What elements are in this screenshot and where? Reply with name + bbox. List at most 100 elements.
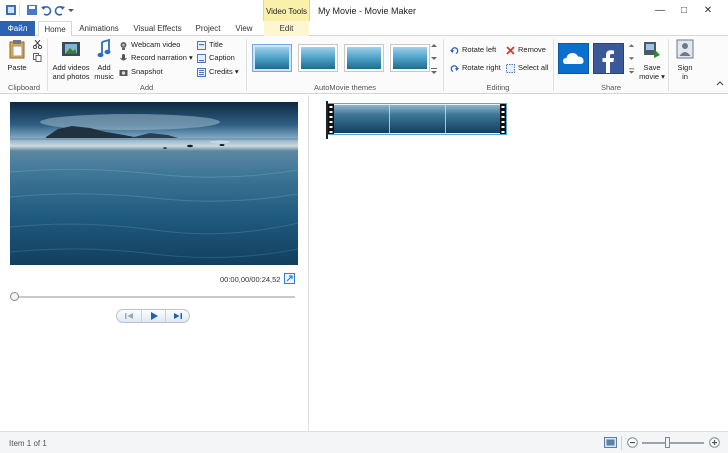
- select-all-icon: [506, 63, 515, 73]
- ribbon-tabs: Файл Home Animations Visual Effects Proj…: [0, 21, 728, 37]
- close-icon: ✕: [703, 5, 713, 16]
- collapse-ribbon-icon[interactable]: [716, 80, 724, 86]
- window-title: My Movie - Movie Maker: [318, 6, 417, 16]
- popout-preview-button[interactable]: [284, 273, 295, 284]
- zoom-slider-track[interactable]: [642, 442, 704, 444]
- previous-frame-button[interactable]: [117, 310, 141, 322]
- preview-pane: 00:00,00/00:24,52: [0, 95, 309, 431]
- themes-group-label: AutoMovie themes: [313, 83, 377, 92]
- zoom-in-icon[interactable]: [709, 437, 720, 448]
- next-frame-icon: [174, 313, 182, 319]
- clip-filmstrip: [328, 104, 506, 134]
- share-group-label: Share: [600, 83, 621, 92]
- group-separator: [668, 39, 669, 91]
- status-text: Item 1 of 1: [9, 439, 47, 448]
- playback-controls: [116, 309, 190, 323]
- microphone-icon: [120, 53, 127, 61]
- rotate-left-button[interactable]: Rotate left: [450, 44, 496, 56]
- theme-thumbnail: [347, 47, 381, 69]
- tab-home[interactable]: Home: [38, 21, 72, 37]
- customize-toolbar-icon[interactable]: [67, 4, 75, 16]
- save-movie-label-1: Save: [643, 63, 661, 72]
- sign-in-button[interactable]: Sign in: [672, 39, 698, 81]
- seek-thumb[interactable]: [10, 292, 19, 301]
- automovie-theme-2[interactable]: [298, 44, 338, 72]
- tab-animations[interactable]: Animations: [75, 21, 123, 36]
- theme-thumbnail: [255, 47, 289, 69]
- automovie-theme-3[interactable]: [344, 44, 384, 72]
- facebook-share-button[interactable]: [593, 43, 624, 74]
- chevron-down-icon: ▾: [232, 67, 239, 76]
- save-movie-icon: [644, 42, 660, 58]
- webcam-video-button[interactable]: Webcam video: [119, 39, 180, 51]
- playhead[interactable]: [326, 101, 328, 139]
- add-videos-photos-button[interactable]: Add videos and photos: [51, 39, 91, 81]
- save-movie-button[interactable]: Save movie ▾: [638, 39, 666, 81]
- tab-visual-effects[interactable]: Visual Effects: [127, 21, 188, 36]
- paste-label: Paste: [7, 63, 27, 72]
- remove-label: Remove: [518, 45, 546, 54]
- camera-icon: [119, 69, 128, 76]
- zoom-out-icon[interactable]: [627, 437, 638, 448]
- group-separator: [47, 39, 48, 91]
- film-photo-icon: [62, 42, 80, 56]
- webcam-icon: [120, 41, 127, 50]
- automovie-theme-1[interactable]: [252, 44, 292, 72]
- ribbon: Paste Clipboard Add videos and photos Ad…: [0, 36, 728, 94]
- status-bar: Item 1 of 1: [0, 431, 728, 453]
- maximize-icon: □: [680, 5, 688, 16]
- gallery-scroll-up-icon[interactable]: [430, 42, 438, 49]
- editing-group-label: Editing: [486, 83, 510, 92]
- clipboard-group-label: Clipboard: [7, 83, 41, 92]
- gallery-expand-icon[interactable]: [430, 67, 438, 75]
- record-narration-button[interactable]: Record narration ▾: [119, 52, 193, 64]
- add-videos-label-2: and photos: [52, 72, 90, 81]
- credits-icon: [197, 67, 206, 77]
- seascape-image: [10, 114, 298, 259]
- rotate-right-button[interactable]: Rotate right: [450, 62, 501, 74]
- group-separator: [443, 39, 444, 91]
- title-button[interactable]: Title: [197, 39, 223, 51]
- video-clip[interactable]: [327, 103, 507, 135]
- save-icon[interactable]: [26, 4, 38, 16]
- gallery-scroll-down-icon[interactable]: [430, 55, 438, 62]
- user-account-icon: [676, 39, 694, 59]
- divider: [19, 3, 20, 17]
- remove-button[interactable]: Remove: [506, 44, 546, 56]
- tab-project[interactable]: Project: [191, 21, 225, 36]
- tab-view[interactable]: View: [230, 21, 258, 36]
- tab-file[interactable]: Файл: [0, 21, 35, 36]
- tab-edit[interactable]: Edit: [264, 21, 309, 36]
- seek-bar[interactable]: [10, 296, 295, 298]
- snapshot-label: Snapshot: [131, 67, 163, 76]
- share-expand-icon[interactable]: [628, 67, 635, 75]
- add-music-label-2: music: [94, 72, 114, 81]
- paste-button[interactable]: Paste: [4, 39, 30, 72]
- undo-icon[interactable]: [40, 4, 52, 16]
- share-scroll-down-icon[interactable]: [628, 55, 635, 62]
- credits-label: Credits: [209, 67, 233, 76]
- zoom-slider-thumb[interactable]: [664, 437, 670, 448]
- add-music-button[interactable]: Add music: [92, 38, 116, 81]
- add-music-label-1: Add: [97, 63, 111, 72]
- copy-icon[interactable]: [33, 53, 42, 62]
- share-scroll-up-icon[interactable]: [628, 42, 635, 49]
- close-button[interactable]: ✕: [688, 0, 728, 21]
- cut-icon[interactable]: [33, 40, 42, 49]
- credits-button[interactable]: Credits ▾: [197, 66, 239, 78]
- play-button[interactable]: [141, 310, 165, 322]
- snapshot-button[interactable]: Snapshot: [119, 66, 163, 78]
- storyboard: [310, 95, 728, 431]
- onedrive-share-button[interactable]: [558, 43, 589, 74]
- next-frame-button[interactable]: [165, 310, 189, 322]
- rotate-right-icon: [450, 64, 459, 72]
- time-readout: 00:00,00/00:24,52: [220, 275, 281, 284]
- play-icon: [151, 312, 158, 320]
- caption-button[interactable]: Caption: [197, 52, 235, 64]
- redo-icon[interactable]: [54, 4, 66, 16]
- add-videos-label-1: Add videos: [52, 63, 90, 72]
- thumbnail-size-icon[interactable]: [604, 437, 617, 448]
- select-all-button[interactable]: Select all: [506, 62, 548, 74]
- automovie-theme-4[interactable]: [390, 44, 430, 72]
- rotate-left-icon: [450, 46, 459, 54]
